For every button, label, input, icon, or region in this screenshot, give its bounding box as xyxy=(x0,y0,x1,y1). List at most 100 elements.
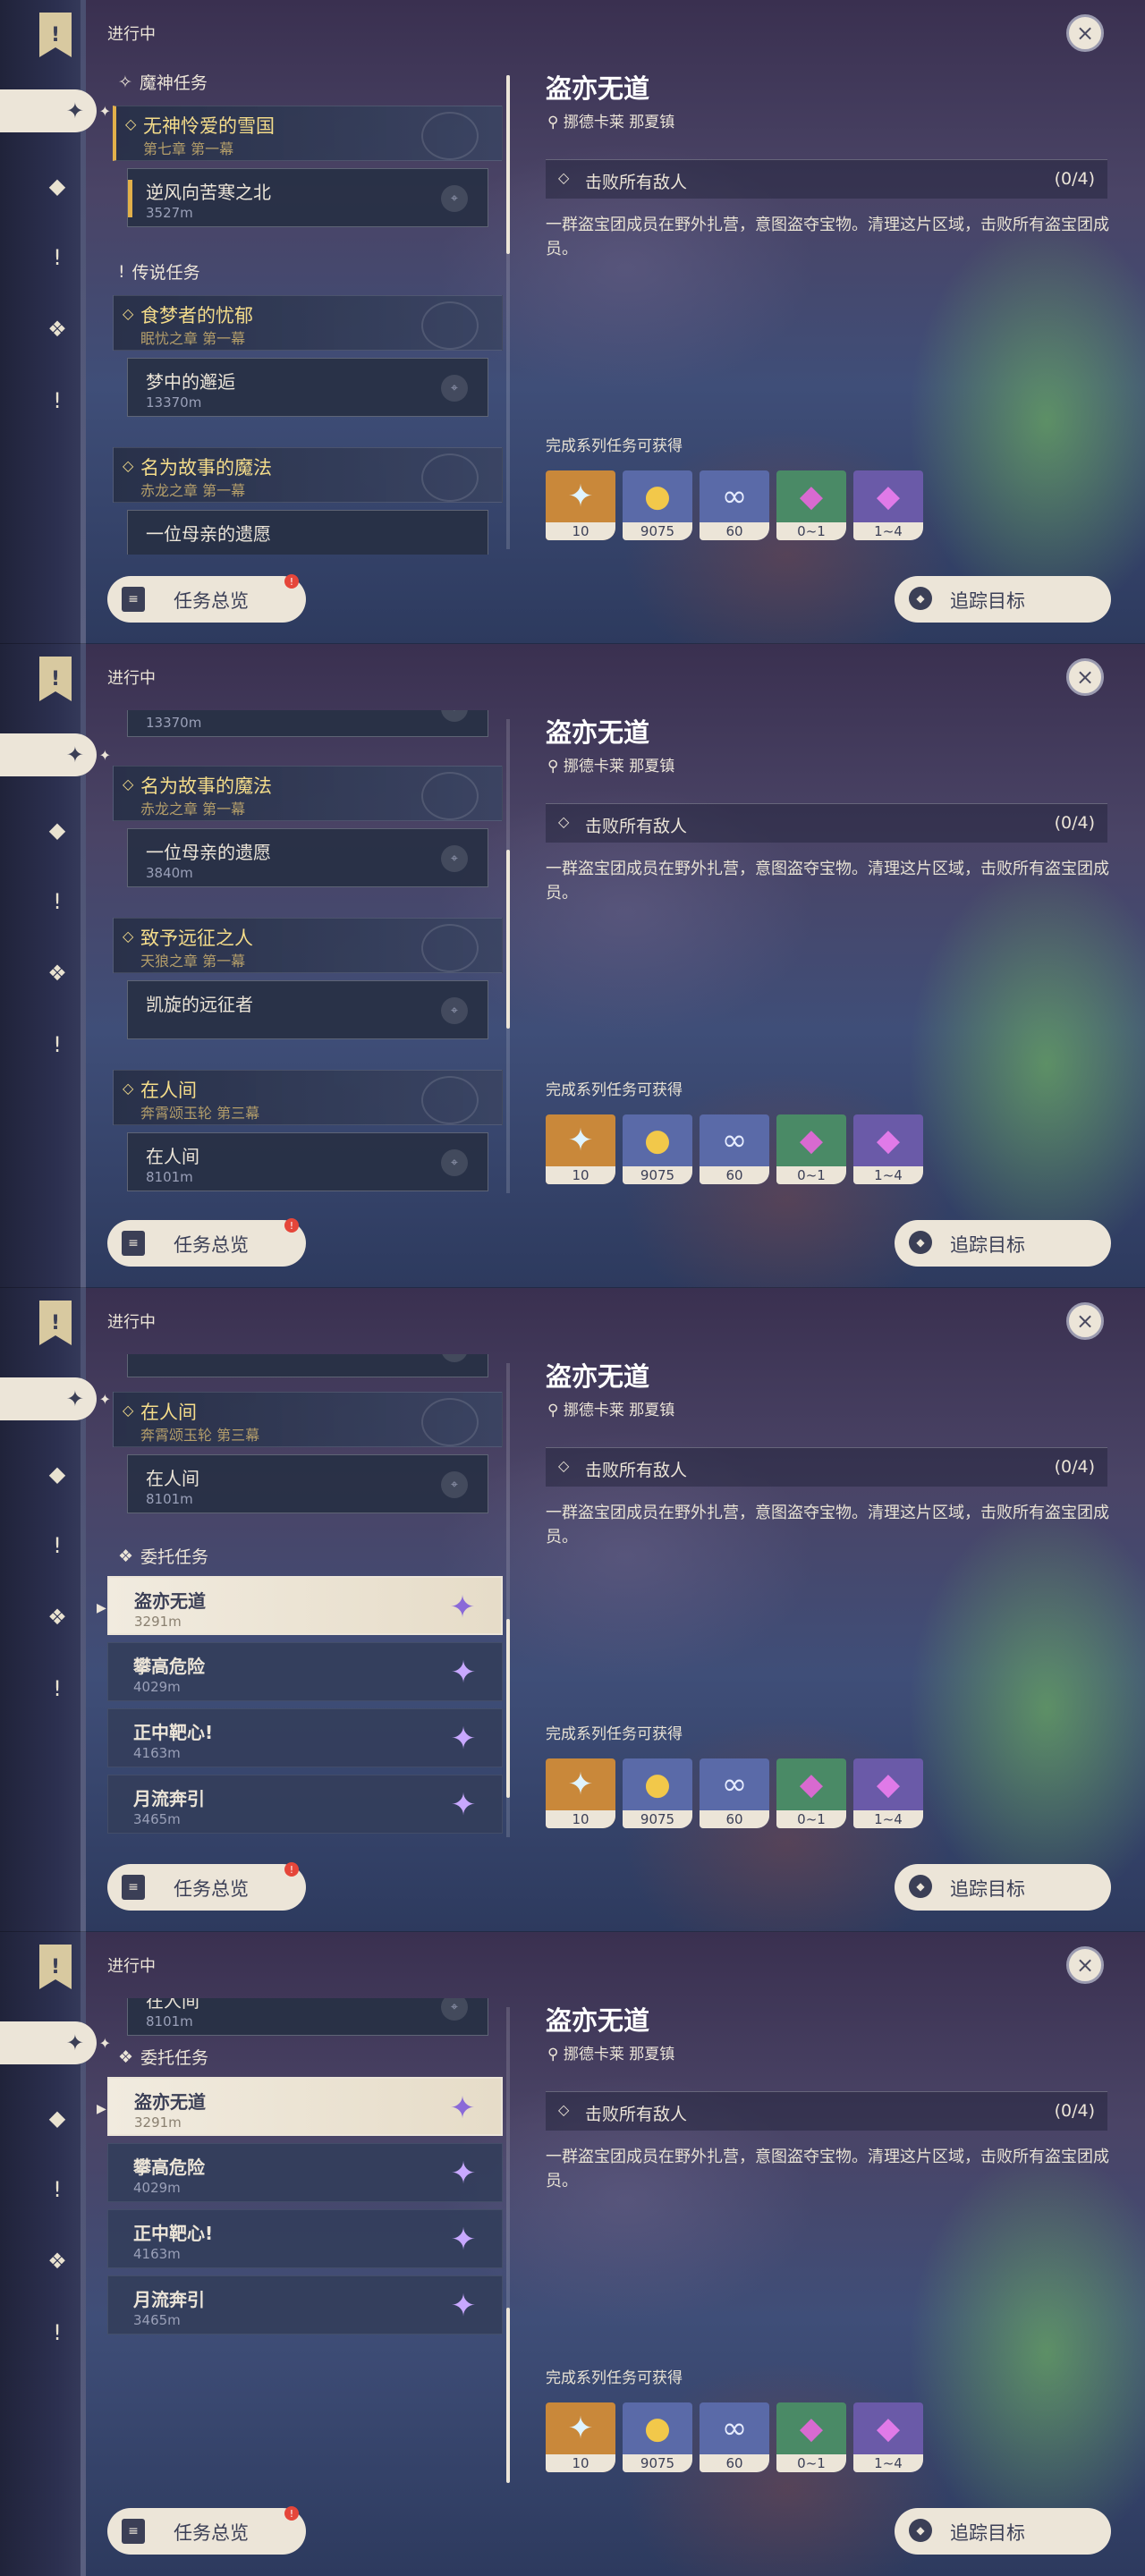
quest-step-cutoff[interactable]: ⌖ xyxy=(127,1354,488,1377)
quest-header-dream[interactable]: ◇ 食梦者的忧郁 眠忧之章 第一幕 xyxy=(113,295,503,351)
reward-crystal-cluster[interactable]: ◆ 1~4 xyxy=(853,1114,923,1184)
commission-item[interactable]: 攀高危险 4029m ✦ xyxy=(107,2143,503,2202)
close-button[interactable]: × xyxy=(1066,658,1104,696)
close-button[interactable]: × xyxy=(1066,1946,1104,1984)
event-category-tab[interactable]: ! xyxy=(36,1023,79,1066)
legend-category-tab[interactable]: ! xyxy=(36,1524,79,1567)
location-pin-icon[interactable]: ⌖ xyxy=(441,997,468,1024)
reward-crystal[interactable]: ◆ 0~1 xyxy=(776,2402,846,2472)
location-pin-icon[interactable]: ⌖ xyxy=(441,185,468,212)
location-pin-icon[interactable]: ⌖ xyxy=(441,1354,468,1362)
quest-header-magic[interactable]: ◇ 名为故事的魔法 赤龙之章 第一幕 xyxy=(113,766,503,821)
quest-step-magic[interactable]: 一位母亲的遗愿 xyxy=(127,510,488,555)
reward-mora[interactable]: ● 9075 xyxy=(623,2402,692,2472)
location-pin-icon[interactable]: ⌖ xyxy=(441,710,468,722)
list-scroll-thumb[interactable] xyxy=(506,1619,510,1798)
location-pin-icon[interactable]: ⌖ xyxy=(441,1998,468,2021)
quest-step-world[interactable]: 在人间 8101m ⌖ xyxy=(127,1998,488,2036)
reward-friendship[interactable]: ∞ 60 xyxy=(700,1758,769,1828)
commission-category-tab[interactable]: ❖ xyxy=(36,952,79,995)
quest-header-magic[interactable]: ◇ 名为故事的魔法 赤龙之章 第一幕 xyxy=(113,447,503,503)
close-button[interactable]: × xyxy=(1066,1302,1104,1340)
track-target-button[interactable]: ◆ 追踪目标 xyxy=(895,1220,1111,1267)
reward-crystal[interactable]: ◆ 0~1 xyxy=(776,1758,846,1828)
story-category-tab[interactable]: ◆ xyxy=(36,2097,79,2140)
quest-list[interactable]: 在人间 8101m ⌖ ❖ 委托任务 盗亦无道 3291m ✦ 攀高危险 4029… xyxy=(107,1998,503,2487)
reward-friendship[interactable]: ∞ 60 xyxy=(700,1114,769,1184)
commission-category-tab[interactable]: ❖ xyxy=(36,2240,79,2283)
quest-overview-button[interactable]: ≡ 任务总览 ! xyxy=(107,1862,306,1911)
story-category-tab[interactable]: ◆ xyxy=(36,809,79,852)
story-category-tab[interactable]: ◆ xyxy=(36,165,79,208)
objective-row: ◇ 击败所有敌人 (0/4) xyxy=(546,2091,1107,2131)
story-category-tab[interactable]: ◆ xyxy=(36,1453,79,1496)
reward-primogem[interactable]: ✦ 10 xyxy=(546,1758,615,1828)
reward-mora[interactable]: ● 9075 xyxy=(623,1758,692,1828)
archon-category-tab[interactable]: ✦ xyxy=(0,1377,111,1420)
reward-mora[interactable]: ● 9075 xyxy=(623,470,692,540)
legend-category-tab[interactable]: ! xyxy=(36,2168,79,2211)
legend-category-tab[interactable]: ! xyxy=(36,236,79,279)
location-pin-icon[interactable]: ⌖ xyxy=(441,1471,468,1498)
reward-crystal[interactable]: ◆ 0~1 xyxy=(776,470,846,540)
track-target-button[interactable]: ◆ 追踪目标 xyxy=(895,576,1111,623)
quest-step-dream[interactable]: 梦中的邂逅 13370m ⌖ xyxy=(127,358,488,417)
quest-step-world[interactable]: 在人间 8101m ⌖ xyxy=(127,1454,488,1513)
event-category-tab[interactable]: ! xyxy=(36,2311,79,2354)
location-pin-icon[interactable]: ⌖ xyxy=(441,1149,468,1176)
list-scroll-thumb[interactable] xyxy=(506,2308,510,2483)
reward-crystal-cluster[interactable]: ◆ 1~4 xyxy=(853,470,923,540)
event-category-tab[interactable]: ! xyxy=(36,379,79,422)
commission-item-selected[interactable]: 盗亦无道 3291m ✦ xyxy=(107,2077,503,2136)
quest-step-snow[interactable]: 逆风向苦寒之北 3527m ⌖ xyxy=(127,168,488,227)
track-target-button[interactable]: ◆ 追踪目标 xyxy=(895,1864,1111,1911)
quest-step-magic[interactable]: 一位母亲的遗愿 3840m ⌖ xyxy=(127,828,488,887)
reward-primogem[interactable]: ✦ 10 xyxy=(546,470,615,540)
quest-overview-button[interactable]: ≡ 任务总览 ! xyxy=(107,574,306,623)
commission-item[interactable]: 攀高危险 4029m ✦ xyxy=(107,1642,503,1701)
in-progress-label: 进行中 xyxy=(107,669,156,688)
reward-primogem[interactable]: ✦ 10 xyxy=(546,1114,615,1184)
quest-header-world[interactable]: ◇ 在人间 奔霄颂玉轮 第三幕 xyxy=(113,1070,503,1125)
archon-category-tab[interactable]: ✦ xyxy=(0,2021,111,2064)
quest-step-dream[interactable]: 梦中的邂逅 13370m ⌖ xyxy=(127,710,488,737)
quest-step-expedition[interactable]: 凯旋的远征者 ⌖ xyxy=(127,980,488,1039)
reward-primogem[interactable]: ✦ 10 xyxy=(546,2402,615,2472)
list-scroll-thumb[interactable] xyxy=(506,850,510,1029)
quest-list[interactable]: ✧ 魔神任务 ◇ 无神怜爱的雪国 第七章 第一幕 逆风向苦寒之北 3527m ⌖ … xyxy=(107,66,503,555)
reward-crystal[interactable]: ◆ 0~1 xyxy=(776,1114,846,1184)
location-pin-icon[interactable]: ⌖ xyxy=(441,845,468,872)
commission-category-tab[interactable]: ❖ xyxy=(36,308,79,351)
quest-list[interactable]: 梦中的邂逅 13370m ⌖ ◇ 名为故事的魔法 赤龙之章 第一幕 一位母亲的遗… xyxy=(107,710,503,1199)
quest-header-world[interactable]: ◇ 在人间 奔霄颂玉轮 第三幕 xyxy=(113,1392,503,1447)
reward-crystal-cluster[interactable]: ◆ 1~4 xyxy=(853,2402,923,2472)
commission-icon: ❖ xyxy=(47,2249,67,2274)
reward-mora[interactable]: ● 9075 xyxy=(623,1114,692,1184)
quest-overview-button[interactable]: ≡ 任务总览 ! xyxy=(107,1218,306,1267)
location-pin-icon[interactable]: ⌖ xyxy=(441,375,468,402)
screenshot-panel-4: ! ✦ ◆ ! ❖ ! 进行中 × 在人间 8101m ⌖ ❖委托任务 盗亦无道… xyxy=(0,1932,1145,2576)
quest-list[interactable]: ⌖ ◇ 在人间 奔霄颂玉轮 第三幕 在人间 8101m ⌖ ❖委托任务 盗亦无道… xyxy=(107,1354,503,1843)
legend-category-tab[interactable]: ! xyxy=(36,880,79,923)
quest-overview-button[interactable]: ≡ 任务总览 ! xyxy=(107,2506,306,2555)
detail-location: ⚲ 挪德卡莱 那夏镇 xyxy=(547,114,675,131)
quest-diamond-icon: ◇ xyxy=(123,1080,134,1097)
event-category-tab[interactable]: ! xyxy=(36,1667,79,1710)
commission-item[interactable]: 正中靶心! 4163m ✦ xyxy=(107,1708,503,1767)
commission-category-tab[interactable]: ❖ xyxy=(36,1596,79,1639)
commission-item[interactable]: 正中靶心! 4163m ✦ xyxy=(107,2209,503,2268)
reward-friendship[interactable]: ∞ 60 xyxy=(700,470,769,540)
reward-crystal-cluster[interactable]: ◆ 1~4 xyxy=(853,1758,923,1828)
reward-friendship[interactable]: ∞ 60 xyxy=(700,2402,769,2472)
archon-category-tab[interactable]: ✦ xyxy=(0,733,111,776)
list-scroll-thumb[interactable] xyxy=(506,75,510,254)
archon-category-tab[interactable]: ✦ xyxy=(0,89,111,132)
commission-item[interactable]: 月流奔引 3465m ✦ xyxy=(107,2275,503,2334)
commission-item[interactable]: 月流奔引 3465m ✦ xyxy=(107,1775,503,1834)
quest-header-expedition[interactable]: ◇ 致予远征之人 天狼之章 第一幕 xyxy=(113,918,503,973)
quest-step-world[interactable]: 在人间 8101m ⌖ xyxy=(127,1132,488,1191)
track-target-button[interactable]: ◆ 追踪目标 xyxy=(895,2508,1111,2555)
quest-header-snow[interactable]: ◇ 无神怜爱的雪国 第七章 第一幕 xyxy=(113,106,503,161)
close-button[interactable]: × xyxy=(1066,14,1104,52)
commission-item-selected[interactable]: 盗亦无道 3291m ✦ xyxy=(107,1576,503,1635)
